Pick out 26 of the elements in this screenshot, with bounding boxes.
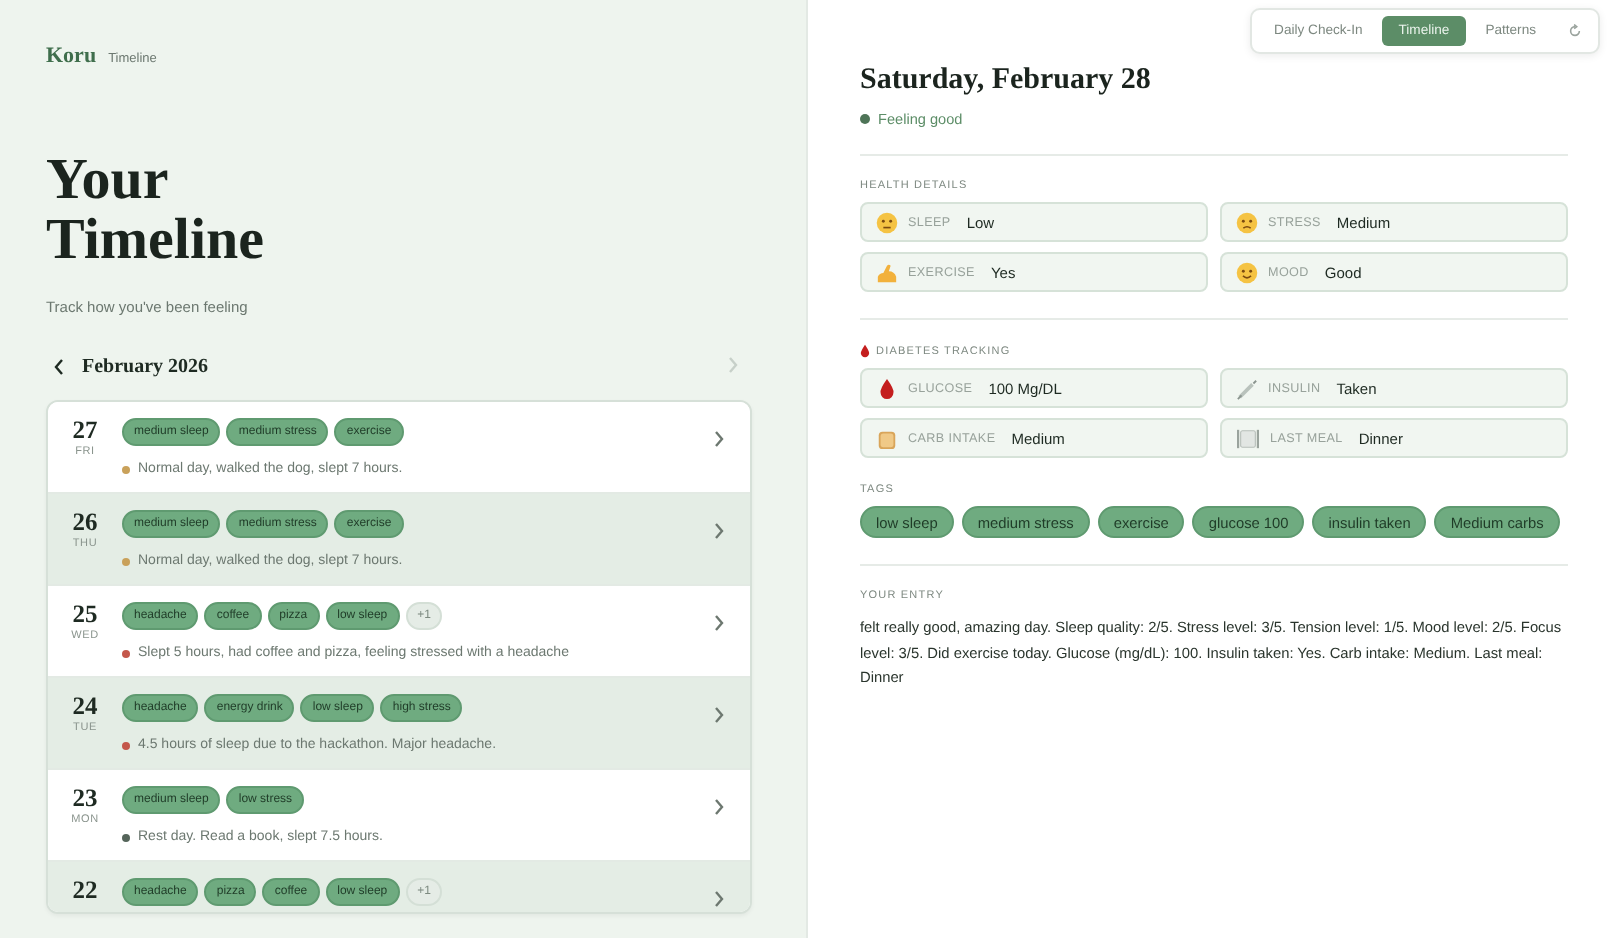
face-icon [876,211,898,233]
plate-icon [1236,427,1260,449]
day-number: 27 [72,418,98,442]
day-number: 24 [72,694,98,718]
status-dot [860,114,870,124]
chevron-right-icon[interactable] [712,614,726,632]
month-label: February 2026 [82,355,211,377]
chevron-left-icon[interactable] [52,357,66,375]
day-number: 22 [72,878,98,902]
chevron-right-icon[interactable] [712,430,726,448]
refresh-icon[interactable] [1568,24,1582,38]
drop-icon [876,377,898,399]
chevron-right-icon[interactable] [712,706,726,724]
drop-icon [860,344,870,358]
day-number: 25 [72,602,98,626]
face-icon [1236,261,1258,283]
day-number: 26 [72,510,98,534]
page-heading: Your Timeline [46,150,267,270]
chevron-right-icon[interactable] [712,890,726,908]
app-logo: Koru [46,44,97,68]
chevron-right-icon[interactable] [712,798,726,816]
chevron-right-icon[interactable] [712,522,726,540]
syringe-icon [1236,377,1258,399]
day-number: 23 [72,786,98,810]
entry-date-title: Saturday, February 28 [860,64,1153,96]
face-icon [1236,211,1258,233]
